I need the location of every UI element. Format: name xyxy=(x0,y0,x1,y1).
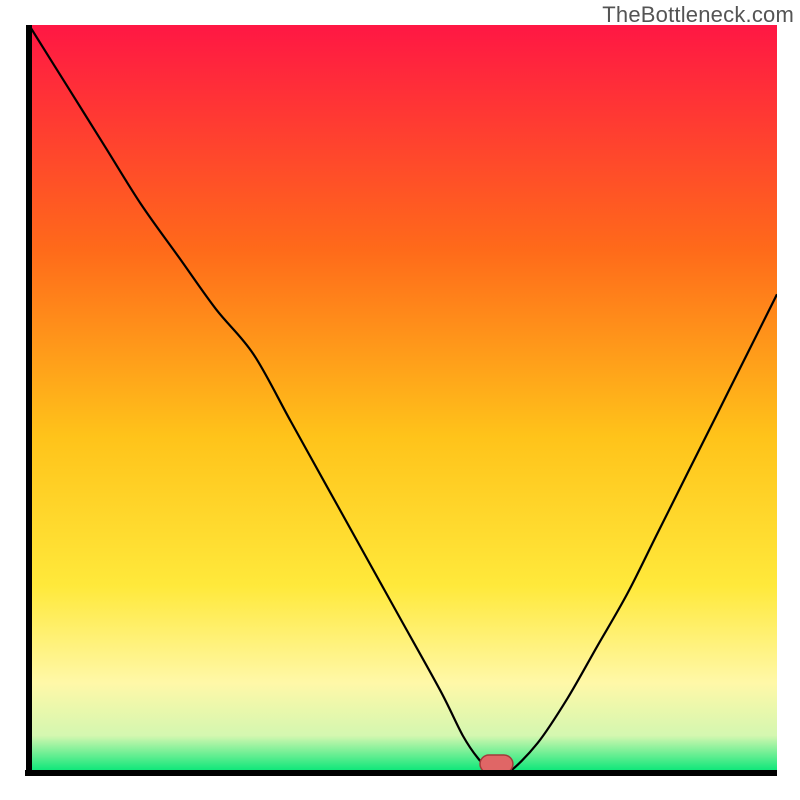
plot-svg xyxy=(25,25,777,777)
gradient-background xyxy=(29,25,777,773)
plot-area xyxy=(25,25,777,777)
chart-container: TheBottleneck.com xyxy=(0,0,800,800)
